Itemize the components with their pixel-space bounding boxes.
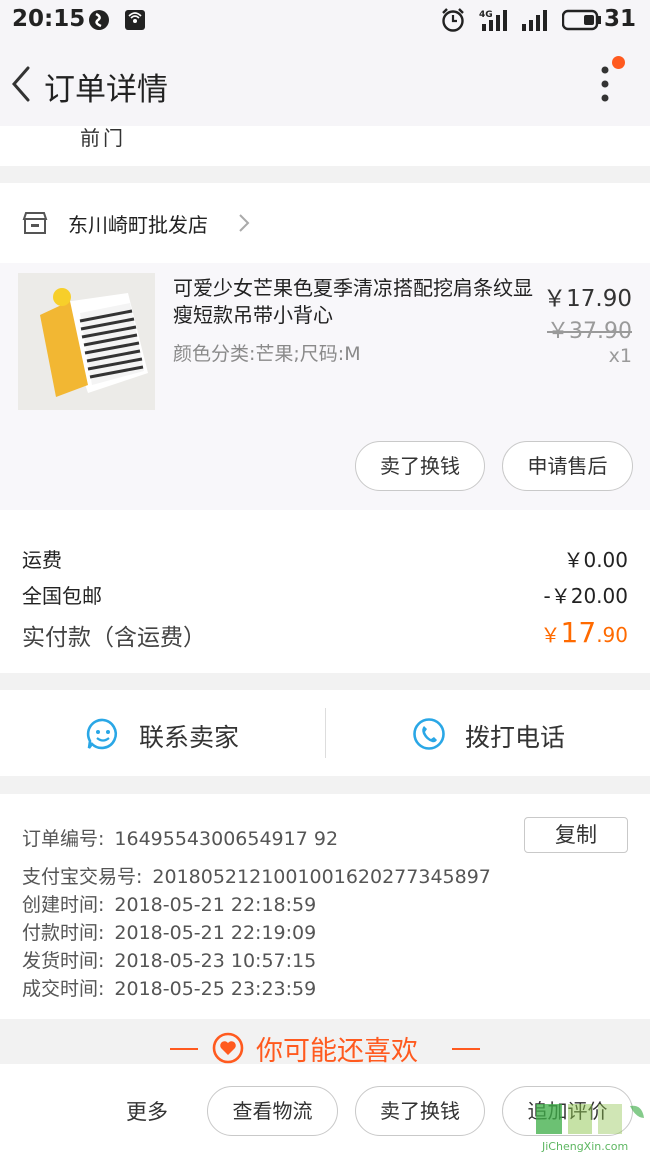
copy-button[interactable]: 复制 [524, 817, 628, 853]
free-shipping-label: 全国包邮 [22, 584, 102, 608]
chevron-right-icon [239, 214, 250, 232]
created-row: 创建时间: 2018-05-21 22:18:59 [22, 890, 316, 917]
order-number-row: 订单编号: 1649554300654917 92 [22, 824, 338, 851]
completed-row: 成交时间: 2018-05-25 23:23:59 [22, 974, 316, 1001]
shipped-value: 2018-05-23 10:57:15 [114, 950, 317, 972]
contact-seller-label: 联系卖家 [139, 723, 240, 752]
shop-row[interactable]: 东川崎町批发店 [0, 183, 650, 263]
svg-text:4G: 4G [479, 10, 493, 20]
chat-icon [86, 718, 118, 750]
order-number-label: 订单编号: [22, 828, 105, 850]
order-item-card: 东川崎町批发店 可爱少女芒果色夏季清凉搭配挖肩条纹显瘦短款吊带小背心 颜色分类:… [0, 183, 650, 510]
hotspot-icon [125, 10, 145, 30]
call-phone-label: 拨打电话 [465, 723, 566, 752]
shipping-fee-label: 运费 [22, 548, 62, 572]
battery-level: 31 [603, 6, 636, 32]
amount-integer: 17 [560, 616, 597, 649]
title-bar: 订单详情 [0, 42, 650, 126]
battery-icon [562, 9, 601, 31]
product-title[interactable]: 可爱少女芒果色夏季清凉搭配挖肩条纹显瘦短款吊带小背心 [173, 275, 533, 329]
watermark-logo: JiChengXin.com [532, 1100, 650, 1155]
page-title: 订单详情 [44, 72, 168, 108]
recommend-title: 你可能还喜欢 [256, 1036, 418, 1067]
after-sales-button[interactable]: 申请售后 [502, 441, 633, 491]
watermark-text: JiChengXin.com [542, 1140, 629, 1153]
heart-circle-icon [212, 1032, 244, 1064]
divider-line-left [170, 1048, 198, 1050]
shipped-label: 发货时间: [22, 950, 105, 972]
product-original-price: ￥37.90 [547, 319, 632, 344]
back-button[interactable] [4, 60, 40, 108]
alipay-label: 支付宝交易号: [22, 866, 143, 888]
product-quantity: x1 [608, 345, 632, 367]
completed-value: 2018-05-25 23:23:59 [114, 978, 317, 1000]
amount-paid-label: 实付款（含运费） [22, 625, 206, 651]
fee-summary: 运费 ￥0.00 全国包邮 -￥20.00 实付款（含运费） ￥17.90 [0, 510, 650, 673]
product-photo [18, 273, 155, 410]
phone-icon [413, 718, 445, 750]
free-shipping-value: -￥20.00 [543, 584, 628, 608]
alipay-value: 2018052121001001620277345897 [152, 866, 491, 888]
contact-bar: 联系卖家 拨打电话 [0, 690, 650, 776]
order-info: 订单编号: 1649554300654917 92 复制 支付宝交易号: 20180… [0, 794, 650, 1019]
paid-label: 付款时间: [22, 922, 105, 944]
shop-icon [22, 212, 48, 234]
shop-name: 东川崎町批发店 [68, 213, 208, 237]
product-sku: 颜色分类:芒果;尺码:M [173, 343, 361, 365]
status-time: 20:15 [12, 6, 86, 32]
shipped-row: 发货时间: 2018-05-23 10:57:15 [22, 946, 316, 973]
amount-decimal: .90 [596, 623, 628, 647]
paid-row: 付款时间: 2018-05-21 22:19:09 [22, 918, 316, 945]
product-image[interactable] [18, 273, 155, 410]
address-text: 前门 [80, 126, 126, 150]
shipping-fee-value: ￥0.00 [563, 548, 628, 572]
sell-for-cash-bottom-button[interactable]: 卖了换钱 [355, 1086, 485, 1136]
amount-paid-value: ￥17.90 [541, 616, 628, 649]
more-actions-button[interactable]: 更多 [126, 1096, 168, 1126]
view-logistics-button[interactable]: 查看物流 [207, 1086, 338, 1136]
call-phone-button[interactable]: 拨打电话 [326, 690, 650, 776]
notification-app-icon [89, 10, 109, 30]
recommend-header: 你可能还喜欢 [0, 1020, 650, 1067]
alipay-row: 支付宝交易号: 2018052121001001620277345897 [22, 862, 491, 889]
contact-seller-button[interactable]: 联系卖家 [0, 690, 325, 776]
paid-value: 2018-05-21 22:19:09 [114, 922, 317, 944]
product-price: ￥17.90 [543, 286, 632, 312]
completed-label: 成交时间: [22, 978, 105, 1000]
created-label: 创建时间: [22, 894, 105, 916]
alarm-icon [442, 8, 464, 32]
status-bar: 20:15 4G 31 [0, 0, 650, 42]
notification-dot [612, 56, 625, 69]
address-card[interactable]: 前门 [0, 126, 650, 166]
order-number-value: 1649554300654917 92 [114, 828, 339, 850]
amount-currency: ￥ [540, 623, 561, 647]
sell-for-cash-button[interactable]: 卖了换钱 [355, 441, 485, 491]
divider-line-right [452, 1048, 480, 1050]
signal-4g-icon: 4G [479, 10, 507, 31]
more-menu-button[interactable] [590, 64, 620, 104]
signal-icon [522, 10, 547, 31]
created-value: 2018-05-21 22:18:59 [114, 894, 317, 916]
watermark-graphic [536, 1104, 644, 1134]
